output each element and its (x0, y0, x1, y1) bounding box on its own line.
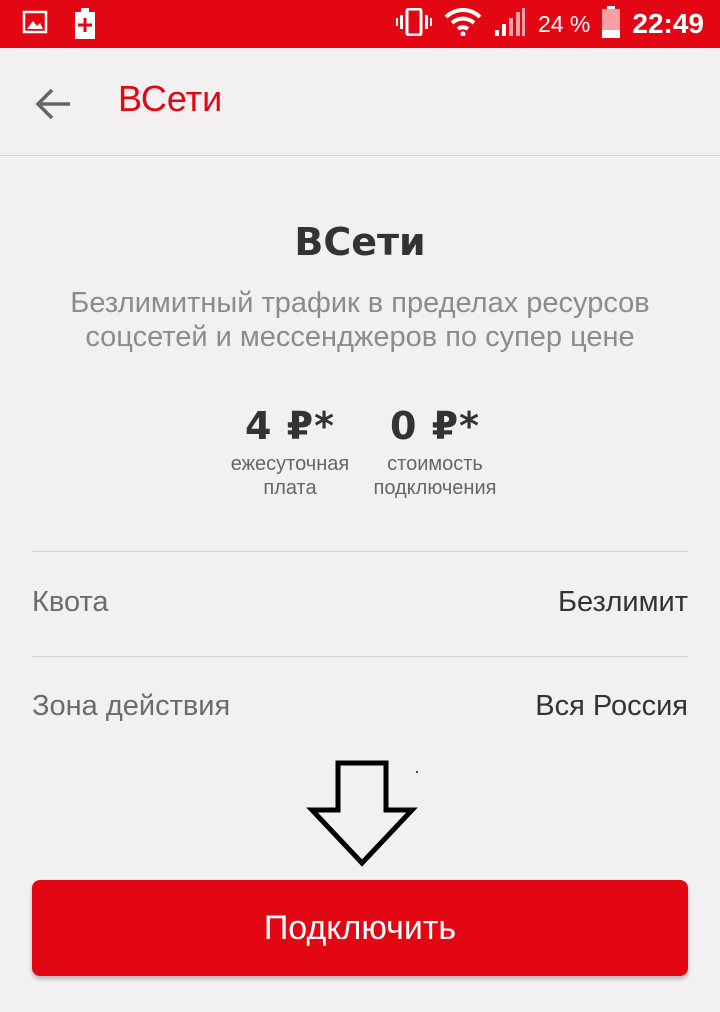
detail-key: Квота (32, 586, 109, 618)
app-bar: ВСети (0, 48, 720, 156)
battery-saver-icon (74, 8, 96, 44)
battery-icon (602, 6, 621, 42)
detail-key: Зона действия (32, 690, 231, 722)
arrow-left-icon (35, 88, 70, 120)
divider (32, 551, 688, 552)
offer-title: ВСети (294, 220, 426, 264)
status-bar: 24 % 22:49 (0, 0, 720, 48)
detail-row-zone: Зона действия Вся Россия (32, 680, 688, 740)
wifi-icon (444, 7, 482, 40)
daily-fee-value: 4 ₽* (245, 404, 335, 448)
connection-fee: 0 ₽* стоимость подключения (355, 404, 515, 500)
detail-row-quota: Квота Безлимит (32, 576, 688, 636)
divider (32, 656, 688, 657)
connection-fee-label: стоимость подключения (373, 453, 497, 499)
arrow-down-icon (306, 760, 418, 867)
price-block: 4 ₽* ежесуточная плата 0 ₽* стоимость по… (205, 404, 525, 514)
daily-fee-label: ежесуточная плата (230, 453, 350, 499)
detail-value: Вся Россия (535, 690, 688, 722)
back-button[interactable] (34, 84, 74, 124)
detail-value: Безлимит (557, 586, 688, 618)
vibrate-icon (395, 7, 432, 40)
app-bar-title: ВСети (118, 78, 223, 119)
image-icon (22, 8, 48, 44)
battery-percent: 24 % (537, 10, 591, 37)
clock: 22:49 (632, 8, 704, 39)
offer-description: Безлимитный трафик в пределах ресурсов с… (70, 287, 650, 353)
connect-button[interactable]: Подключить (32, 880, 688, 976)
connection-fee-value: 0 ₽* (390, 404, 480, 448)
daily-fee: 4 ₽* ежесуточная плата (205, 404, 375, 500)
dot-mark (416, 771, 418, 773)
signal-icon (494, 8, 526, 40)
